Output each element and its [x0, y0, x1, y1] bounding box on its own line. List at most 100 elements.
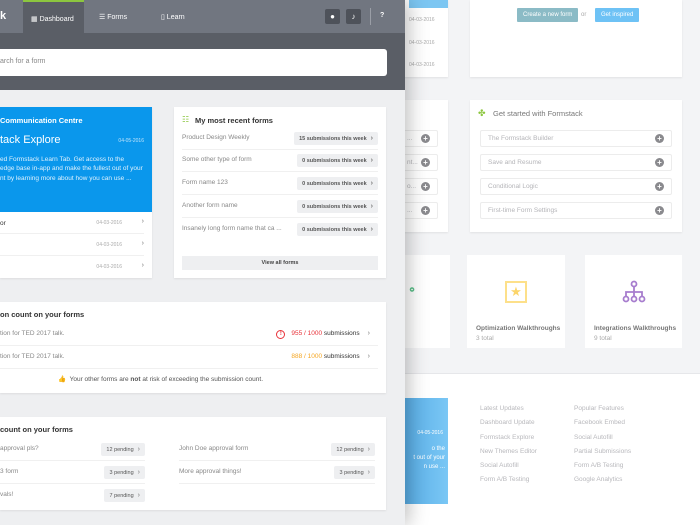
tab-dashboard[interactable]: ▦ Dashboard [23, 0, 84, 33]
search-input[interactable]: arch for a form [0, 49, 387, 76]
get-started-item[interactable]: Save and Resume + [480, 154, 672, 171]
submissions-badge[interactable]: 0 submissions this week › [297, 200, 378, 213]
date: 04-03-2016 [409, 40, 435, 46]
item-label: Conditional Logic [488, 183, 538, 190]
user-button[interactable]: ● [325, 9, 340, 24]
approval-row[interactable]: More approval things! 3 pending › [179, 461, 375, 484]
card-title: count on your forms [0, 425, 73, 434]
date: 04-03-2016 [96, 264, 122, 270]
approval-row[interactable]: approval pls? 12 pending › [0, 438, 145, 461]
submission-count-card: on count on your forms tion for TED 2017… [0, 302, 386, 393]
submission-row[interactable]: tion for TED 2017 talk.! 955 / 1000 submi… [0, 323, 378, 346]
form-name: tion for TED 2017 talk. [0, 353, 65, 360]
link[interactable]: Form A/B Testing [480, 476, 537, 483]
get-inspired-button[interactable]: Get inspired [595, 8, 640, 22]
recent-form-row[interactable]: Product Design Weekly 15 submissions this… [182, 128, 378, 150]
link[interactable]: Social Autofill [480, 462, 537, 469]
toggle-icon: ⚬ [407, 283, 418, 297]
get-started-item[interactable]: The Formstack Builder + [480, 130, 672, 147]
date: 04-03-2016 [409, 17, 435, 23]
recent-form-row[interactable]: Some other type of form 0 submissions thi… [182, 150, 378, 172]
create-new-form-button[interactable]: Create a new form [517, 8, 579, 22]
blue-card[interactable]: 04-05-2016 o the t out of your n use ... [405, 398, 448, 504]
submissions-badge[interactable]: 0 submissions this week › [297, 154, 378, 167]
pending-badge[interactable]: 3 pending › [334, 466, 375, 479]
notifications-button[interactable]: ♪ [346, 9, 361, 24]
link[interactable]: Form A/B Testing [574, 462, 631, 469]
link[interactable]: New Themes Editor [480, 448, 537, 455]
tile-title: Integrations Walkthroughs [594, 325, 677, 332]
search-bar-area: arch for a form [0, 33, 405, 90]
note-text: at risk of exceeding the submission coun… [140, 376, 264, 383]
link[interactable]: Formstack Explore [480, 434, 537, 441]
item-label: The Formstack Builder [488, 135, 554, 142]
tile-integrations[interactable]: Integrations Walkthroughs 9 total [585, 255, 682, 348]
featured-article[interactable]: Communication Centre tack Explore 04-05-… [0, 107, 152, 212]
submission-row[interactable]: tion for TED 2017 talk. 888 / 1000 submis… [0, 346, 378, 369]
date: 04-05-2016 [118, 138, 144, 144]
tab-label: Forms [107, 14, 128, 21]
card-title: on count on your forms [0, 310, 85, 319]
approval-row[interactable]: vals! 7 pending › [0, 484, 145, 507]
chevron-right-icon: › [367, 330, 370, 337]
form-name: approval pls? [0, 445, 39, 452]
article-title: tack Explore [0, 134, 61, 146]
count-suffix: submissions [323, 353, 360, 360]
chevron-right-icon: › [141, 262, 144, 269]
section-heading: Latest Updates [480, 405, 524, 412]
link[interactable]: Google Analytics [574, 476, 631, 483]
list-icon: ☰ [99, 14, 108, 21]
pending-badge[interactable]: 12 pending › [331, 443, 375, 456]
recent-form-row[interactable]: Another form name 0 submissions this week… [182, 196, 378, 218]
text-line: ed Formstack Learn Tab. Get access to th… [0, 156, 125, 163]
link[interactable]: Social Autofill [574, 434, 631, 441]
submission-count: 888 / 1000 submissions › [291, 353, 370, 360]
date: 04-03-2016 [96, 242, 122, 248]
note-emphasis: not [130, 376, 141, 383]
list-item[interactable]: 04-03-2016 › [0, 234, 144, 256]
view-all-forms-button[interactable]: View all forms [182, 256, 378, 270]
tab-forms[interactable]: ☰ Forms [99, 0, 127, 33]
approval-row[interactable]: John Doe approval form 12 pending › [179, 438, 375, 461]
blue-card-text: o the t out of your n use ... [413, 445, 445, 472]
link[interactable]: Partial Submissions [574, 448, 631, 455]
tab-learn[interactable]: ▯ Learn [161, 0, 185, 33]
footer-section: 04-05-2016 o the t out of your n use ... L… [395, 373, 700, 525]
recent-form-row[interactable]: Form name 123 0 submissions this week › [182, 173, 378, 195]
tile-title: Optimization Walkthroughs [476, 325, 561, 332]
list-item[interactable]: or 04-03-2016 › [0, 212, 144, 234]
create-form-card: Create a new form or Get inspired [470, 0, 682, 77]
link[interactable]: Dashboard Update [480, 419, 537, 426]
tile-count: 9 total [594, 335, 612, 342]
list-item[interactable]: 04-03-2016 › [0, 256, 144, 278]
submissions-badge[interactable]: 0 submissions this week › [297, 177, 378, 190]
pending-badge[interactable]: 7 pending › [104, 489, 145, 502]
or-label: or [581, 12, 587, 18]
date: 04-03-2016 [96, 220, 122, 226]
get-started-title: Get started with Formstack [493, 109, 583, 118]
get-started-item[interactable]: First-time Form Settings + [480, 202, 672, 219]
chevron-right-icon: › [370, 135, 373, 142]
count-value: 888 / 1000 [291, 353, 323, 360]
tile-optimization[interactable]: ★ Optimization Walkthroughs 3 total [467, 255, 565, 348]
thumbs-up-icon: 👍 [58, 376, 67, 383]
form-name: Form name 123 [182, 179, 228, 186]
approval-row[interactable]: 3 form 3 pending › [0, 461, 145, 484]
submissions-badge[interactable]: 15 submissions this week › [294, 132, 378, 145]
chevron-right-icon: › [370, 180, 373, 187]
pending-badge[interactable]: 12 pending › [101, 443, 145, 456]
help-button[interactable]: ? [380, 12, 384, 19]
recent-form-row[interactable]: Insanely long form name that ca ... 0 sub… [182, 219, 378, 241]
chevron-right-icon: › [141, 240, 144, 247]
get-started-item[interactable]: Conditional Logic + [480, 178, 672, 195]
chevron-right-icon: › [370, 226, 373, 233]
link[interactable]: Facebook Embed [574, 419, 631, 426]
pending-badge[interactable]: 3 pending › [104, 466, 145, 479]
chevron-right-icon: › [137, 469, 140, 476]
star-icon: ★ [505, 281, 527, 303]
plus-icon: + [655, 182, 664, 191]
tile-count: 3 total [476, 335, 494, 342]
get-started-card: ✤ Get started with Formstack The Formsta… [470, 100, 682, 232]
recent-forms-card: ☷ My most recent forms Product Design We… [174, 107, 386, 278]
submissions-badge[interactable]: 0 submissions this week › [297, 223, 378, 236]
